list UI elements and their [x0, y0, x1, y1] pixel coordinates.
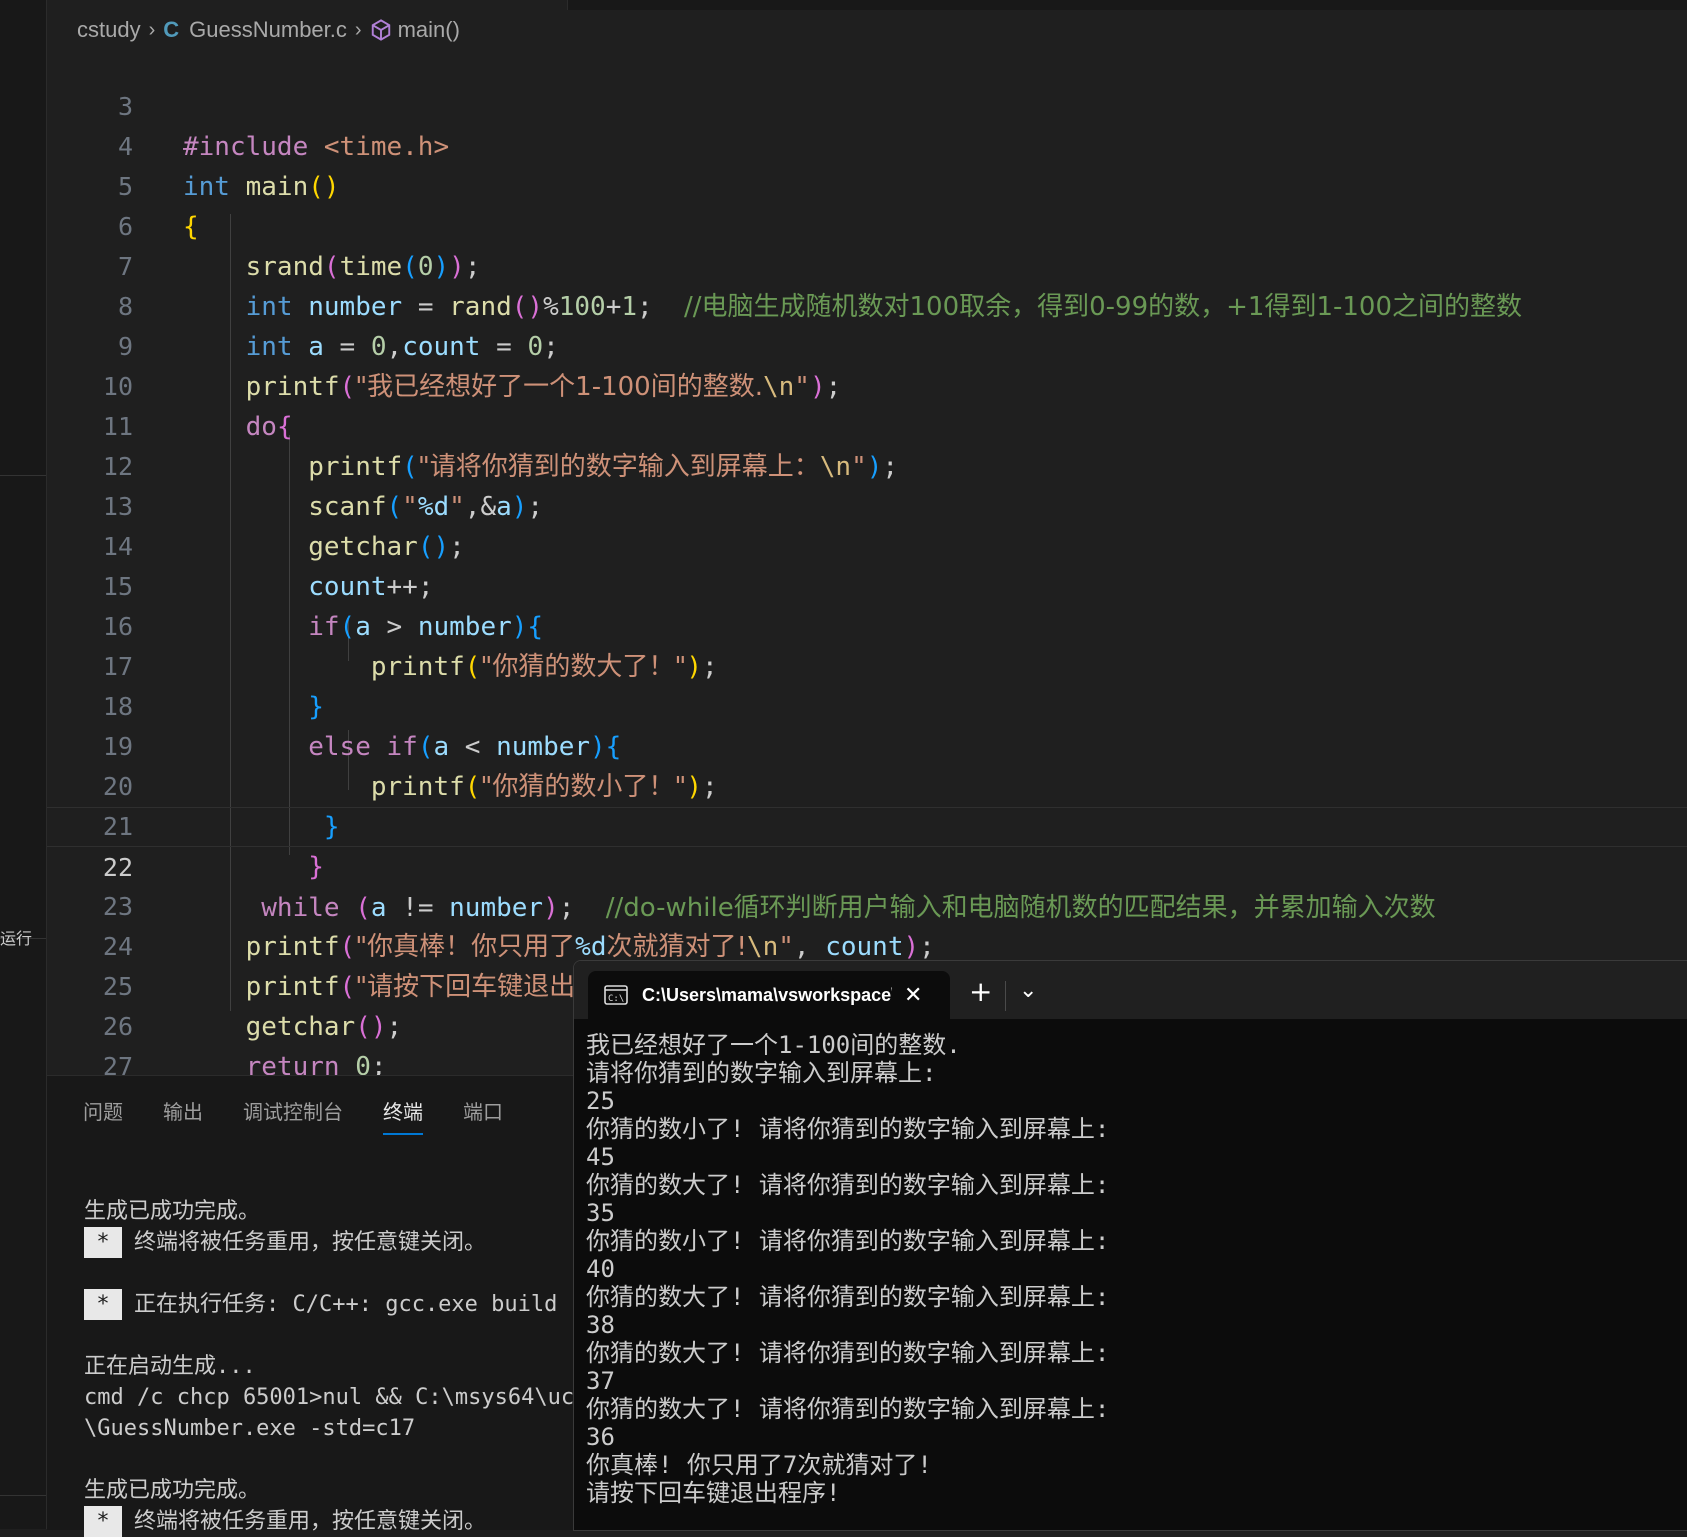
terminal-output[interactable]: 我已经想好了一个1-100间的整数. 请将你猜到的数字输入到屏幕上: 25 你猜… [586, 1031, 1109, 1507]
c-file-icon: C [163, 17, 180, 42]
svg-text:C:\: C:\ [608, 994, 624, 1004]
terminal-line: 请将你猜到的数字输入到屏幕上: [586, 1059, 937, 1087]
terminal-line: 你猜的数小了! 请将你猜到的数字输入到屏幕上: [586, 1115, 1110, 1143]
terminal-line: 你猜的数大了! 请将你猜到的数字输入到屏幕上: [586, 1171, 1110, 1199]
terminal-line: 你猜的数大了! 请将你猜到的数字输入到屏幕上: [586, 1283, 1110, 1311]
tab-strip [47, 0, 1687, 10]
breadcrumb-file[interactable]: GuessNumber.c [189, 17, 347, 43]
code-line: 17 } [47, 607, 1687, 722]
code-line: 12 scanf("%d",&a); [47, 407, 1687, 522]
code-line: 19 printf("你猜的数小了！"); [47, 687, 1687, 802]
output-line: 生成已成功完成。 [84, 1199, 261, 1224]
tab-problems[interactable]: 问题 [83, 1096, 123, 1135]
code-line: 21 } [47, 767, 1687, 882]
tab-ports[interactable]: 端口 [463, 1096, 503, 1135]
code-line: 8 int a = 0,count = 0; [47, 247, 1687, 362]
terminal-line: 你猜的数小了! 请将你猜到的数字输入到屏幕上: [586, 1227, 1110, 1255]
terminal-titlebar: C:\ C:\Users\mama\vsworkspace\c ✕ + ⌄ [574, 961, 1687, 1019]
terminal-window[interactable]: C:\ C:\Users\mama\vsworkspace\c ✕ + ⌄ 我已… [573, 960, 1687, 1531]
code-line: 6 srand(time(0)); [47, 167, 1687, 282]
code-line: 23 printf("你真棒！你只用了%d次就猜对了!\n", count); [47, 847, 1687, 962]
code-line: 4 int main() [47, 87, 1687, 202]
close-icon[interactable]: ✕ [904, 983, 922, 1008]
code-line: 16 printf("你猜的数大了！"); [47, 567, 1687, 682]
code-line: 24 printf("请按下回车键退出程序！"); [47, 887, 1687, 1002]
code-editor[interactable]: 3 #include <time.h> 4 int main() 5 { 6 s… [47, 47, 1687, 1122]
code-line: 7 int number = rand()%100+1; //电脑生成随机数对1… [47, 207, 1687, 322]
breadcrumb-symbol[interactable]: main() [398, 17, 460, 43]
activity-bar [0, 0, 47, 1529]
method-cube-icon [371, 19, 390, 41]
run-label[interactable]: 运行 [0, 925, 32, 949]
output-line: 终端将被任务重用，按任意键关闭。 [134, 1230, 487, 1255]
chevron-right-icon: › [148, 18, 156, 41]
terminal-line: 你猜的数大了! 请将你猜到的数字输入到屏幕上: [586, 1395, 1110, 1423]
task-badge: * [84, 1227, 122, 1258]
output-line: \GuessNumber.exe -std=c17 [84, 1416, 416, 1441]
activity-divider [0, 1495, 46, 1496]
chevron-down-icon[interactable]: ⌄ [1019, 978, 1037, 1003]
tab-output[interactable]: 输出 [163, 1096, 203, 1135]
terminal-line: 你真棒! 你只用了7次就猜对了! [586, 1451, 932, 1479]
breadcrumb: cstudy › C GuessNumber.c › main() [47, 10, 1687, 50]
code-line: 20 } [47, 727, 1687, 842]
terminal-line: 40 [586, 1255, 615, 1283]
titlebar-divider [1005, 981, 1006, 1011]
terminal-line: 35 [586, 1199, 615, 1227]
terminal-line: 请按下回车键退出程序! [586, 1479, 841, 1507]
current-code-line: 22 while (a != number); //do-while循环判断用户… [47, 807, 1687, 923]
code-line: 5 { [47, 127, 1687, 242]
terminal-line: 37 [586, 1367, 615, 1395]
code-line: 14 count++; [47, 487, 1687, 602]
panel-tabs: 问题 输出 调试控制台 终端 端口 [83, 1096, 543, 1135]
tab-terminal[interactable]: 终端 [383, 1096, 423, 1135]
output-line: cmd /c chcp 65001>nul && C:\msys64\ucr [84, 1385, 588, 1410]
terminal-line: 你猜的数大了! 请将你猜到的数字输入到屏幕上: [586, 1339, 1110, 1367]
code-line: 11 printf("请将你猜到的数字输入到屏幕上：\n"); [47, 367, 1687, 482]
terminal-tab-title: C:\Users\mama\vsworkspace\c [642, 984, 892, 1005]
code-line: 18 else if(a < number){ [47, 647, 1687, 762]
output-line: 正在执行任务: C/C++: gcc.exe build [134, 1292, 558, 1317]
tab-debug-console[interactable]: 调试控制台 [243, 1096, 343, 1135]
new-tab-icon[interactable]: + [969, 975, 992, 1008]
terminal-tab[interactable]: C:\ C:\Users\mama\vsworkspace\c ✕ [588, 971, 950, 1019]
terminal-line: 45 [586, 1143, 615, 1171]
terminal-line: 25 [586, 1087, 615, 1115]
activity-divider [0, 475, 46, 476]
code-line: 13 getchar(); [47, 447, 1687, 562]
editor-tab[interactable] [47, 0, 568, 10]
output-line: 终端将被任务重用，按任意键关闭。 [134, 1509, 487, 1534]
terminal-line: 我已经想好了一个1-100间的整数. [586, 1031, 961, 1059]
breadcrumb-folder[interactable]: cstudy [77, 17, 141, 43]
code-line: 3 #include <time.h> [47, 47, 1687, 162]
cmd-icon: C:\ [604, 985, 628, 1005]
output-line: 正在启动生成... [84, 1354, 256, 1379]
terminal-line: 36 [586, 1423, 615, 1451]
code-line: 10 do{ [47, 327, 1687, 442]
chevron-right-icon: › [354, 18, 362, 41]
output-line: 生成已成功完成。 [84, 1478, 261, 1503]
panel-terminal-output[interactable]: 生成已成功完成。 * 终端将被任务重用，按任意键关闭。 * 正在执行任务: C/C+… [84, 1196, 624, 1537]
terminal-line: 38 [586, 1311, 615, 1339]
code-line: 15 if(a > number){ [47, 527, 1687, 642]
code-line: 9 printf("我已经想好了一个1-100间的整数.\n"); [47, 287, 1687, 402]
task-badge: * [84, 1506, 122, 1537]
task-badge: * [84, 1289, 122, 1320]
